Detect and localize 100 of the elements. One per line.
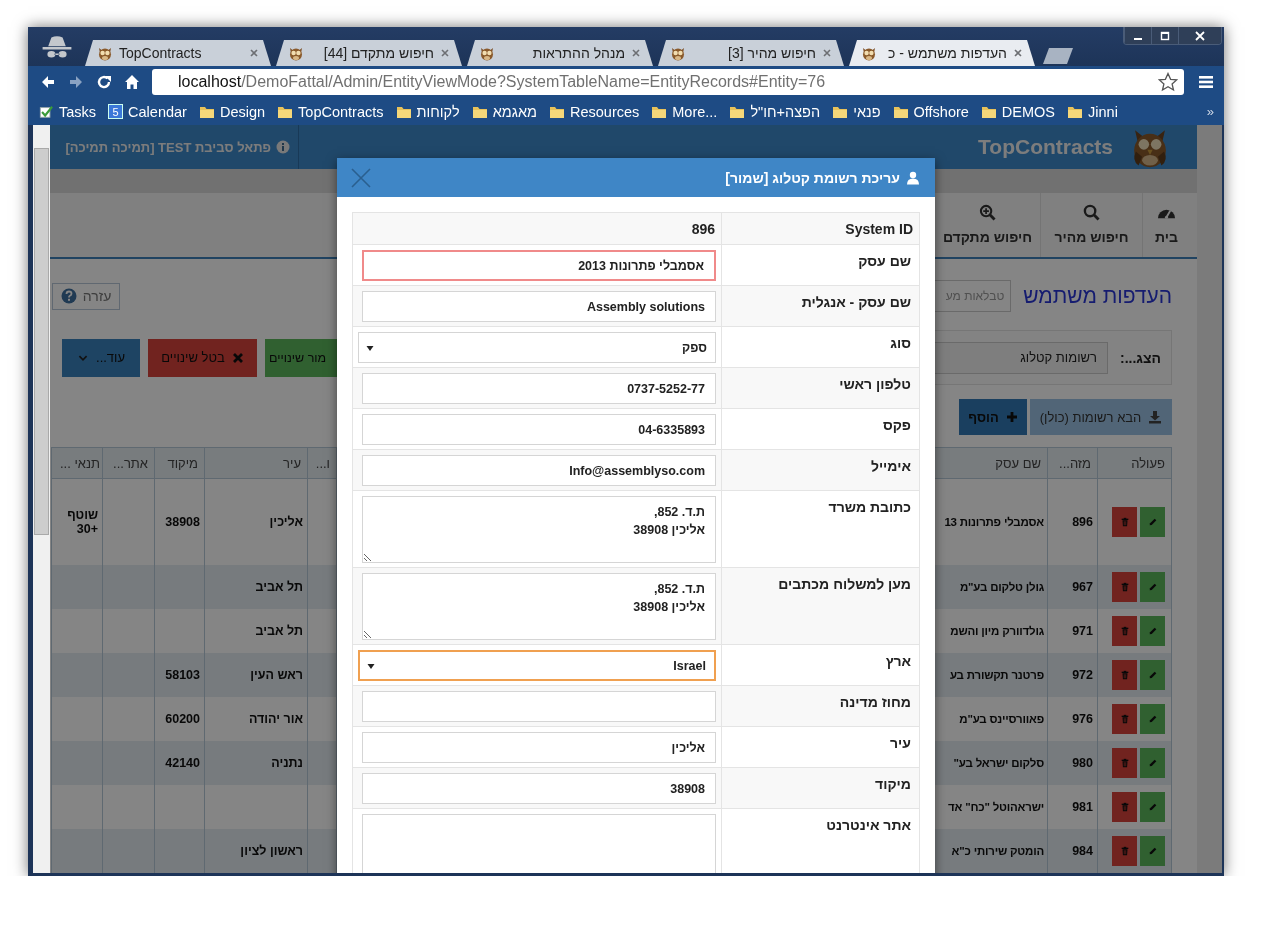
trash-icon	[1119, 582, 1130, 592]
field-label: שם עסק	[858, 253, 911, 269]
input-field[interactable]: Info@assemblyso.com	[362, 455, 716, 486]
input-field[interactable]: 38908	[362, 773, 716, 804]
browser-tab[interactable]: חיפוש מהיר [3]	[658, 40, 844, 66]
edit-button[interactable]	[1140, 572, 1165, 602]
edit-button[interactable]	[1140, 704, 1165, 734]
input-field[interactable]: 0737-5252-77	[362, 373, 716, 404]
bookmark-item[interactable]: Jinni	[1067, 103, 1118, 120]
pencil-icon	[1147, 758, 1158, 768]
bookmark-item[interactable]: פנאי	[832, 103, 881, 120]
close-icon[interactable]	[631, 48, 641, 58]
overflow-chevron[interactable]: »	[1206, 104, 1214, 119]
delete-button[interactable]	[1112, 704, 1137, 734]
table-cell: סלקום ישראל בע"	[953, 757, 1044, 769]
text-area[interactable]: ת.ד. 852, אליכין 38908	[362, 496, 716, 563]
trash-icon	[1119, 670, 1130, 680]
zoom-in-icon	[978, 204, 997, 222]
edit-button[interactable]	[1140, 792, 1165, 822]
input-field[interactable]: 04-6335893	[362, 414, 716, 445]
reload-icon[interactable]	[96, 74, 112, 90]
delete-button[interactable]	[1112, 748, 1137, 778]
bookmark-item[interactable]: Design	[198, 103, 266, 120]
maximize-icon	[1159, 30, 1171, 41]
tab-title: חיפוש מהיר [3]	[727, 45, 816, 61]
bookmark-item[interactable]: הפצה+חו"ל	[729, 103, 821, 120]
input-field[interactable]: אליכין	[362, 732, 716, 763]
new-tab-button[interactable]	[1043, 48, 1073, 64]
minimize-button[interactable]	[1124, 27, 1151, 44]
edit-button[interactable]	[1140, 836, 1165, 866]
close-icon[interactable]	[349, 165, 373, 190]
bookmark-item[interactable]: Tasks	[38, 103, 97, 120]
table-cell: ראשון לציון	[240, 844, 303, 858]
folder-icon	[729, 104, 746, 119]
trash-icon	[1119, 846, 1130, 856]
delete-button[interactable]	[1112, 836, 1137, 866]
table-cell: 976	[1072, 712, 1093, 726]
back-icon[interactable]	[40, 74, 56, 90]
table-cell: 971	[1072, 624, 1093, 638]
delete-button[interactable]	[1112, 792, 1137, 822]
edit-button[interactable]	[1140, 660, 1165, 690]
edit-button[interactable]	[1140, 616, 1165, 646]
edit-button[interactable]	[1140, 507, 1165, 537]
table-cell: גולדוורק מיון והשמ	[950, 625, 1044, 637]
nav-item[interactable]: חיפוש מהיר	[1040, 192, 1142, 257]
edit-button[interactable]	[1140, 748, 1165, 778]
browser-tab[interactable]: העדפות משתמש - כ	[849, 40, 1035, 66]
input-field[interactable]: אסמבלי פתרונות 2013	[362, 250, 716, 281]
table-cell: 980	[1072, 756, 1093, 770]
close-icon[interactable]	[249, 48, 259, 58]
column-header[interactable]: עיר	[283, 455, 301, 471]
bookmark-item[interactable]: Resources	[548, 103, 640, 120]
input-field[interactable]	[362, 691, 716, 722]
table-cell: תל אביב	[255, 580, 303, 594]
trash-icon	[1119, 714, 1130, 724]
browser-tab[interactable]: חיפוש מתקדם [44]	[276, 40, 462, 66]
input-field[interactable]: Assembly solutions	[362, 291, 716, 322]
folder-icon	[471, 104, 488, 119]
close-button[interactable]	[1178, 27, 1221, 44]
help-icon	[60, 288, 77, 304]
folder-icon	[277, 104, 294, 119]
trash-icon	[1119, 517, 1130, 527]
field-value: 896	[690, 221, 715, 237]
close-icon[interactable]	[440, 48, 450, 58]
nav-item[interactable]: בית	[1142, 192, 1190, 257]
home-icon[interactable]	[124, 74, 140, 90]
scrollbar[interactable]	[33, 125, 50, 873]
forward-icon[interactable]	[68, 74, 84, 90]
bookmark-item[interactable]: Offshore	[892, 103, 969, 120]
bookmark-item[interactable]: 5 Calendar	[108, 103, 187, 120]
close-icon	[231, 351, 244, 364]
select-field[interactable]: Israel	[358, 650, 716, 681]
pencil-icon	[1147, 802, 1158, 812]
address-bar[interactable]: localhost/DemoFattal/Admin/EntityViewMode?SystemTableName=EntityRecords#Entity=76	[152, 69, 1184, 95]
close-icon[interactable]	[1013, 48, 1023, 58]
bookmark-item[interactable]: DEMOS	[980, 103, 1056, 120]
tab-title: העדפות משתמש - כ	[887, 45, 1007, 61]
bookmark-item[interactable]: More...	[651, 103, 718, 120]
bookmark-item[interactable]: מאגמא	[471, 103, 537, 120]
bookmark-item[interactable]: לקוחות	[395, 103, 460, 120]
maximize-button[interactable]	[1151, 27, 1178, 44]
delete-button[interactable]	[1112, 507, 1137, 537]
table-cell: ישראהוטל "כח" אד	[948, 801, 1044, 813]
delete-button[interactable]	[1112, 572, 1137, 602]
text-area[interactable]	[362, 814, 716, 873]
table-cell: תל אביב	[255, 624, 303, 638]
table-cell: 981	[1072, 800, 1093, 814]
browser-tab[interactable]: מנהל ההתראות	[467, 40, 653, 66]
close-icon[interactable]	[822, 48, 832, 58]
select-field[interactable]: ספק	[358, 332, 716, 363]
menu-icon[interactable]	[1198, 74, 1214, 90]
text-area[interactable]: ת.ד. 852, אליכין 38908	[362, 573, 716, 640]
bookmark-item[interactable]: TopContracts	[277, 103, 384, 120]
star-icon[interactable]	[1158, 72, 1178, 92]
delete-button[interactable]	[1112, 660, 1137, 690]
table-cell: אסמבלי פתרונות 13	[944, 516, 1044, 528]
page-title: העדפות משתמש	[1023, 284, 1172, 308]
browser-tab[interactable]: TopContracts	[85, 40, 271, 66]
delete-button[interactable]	[1112, 616, 1137, 646]
folder-icon	[548, 104, 565, 119]
